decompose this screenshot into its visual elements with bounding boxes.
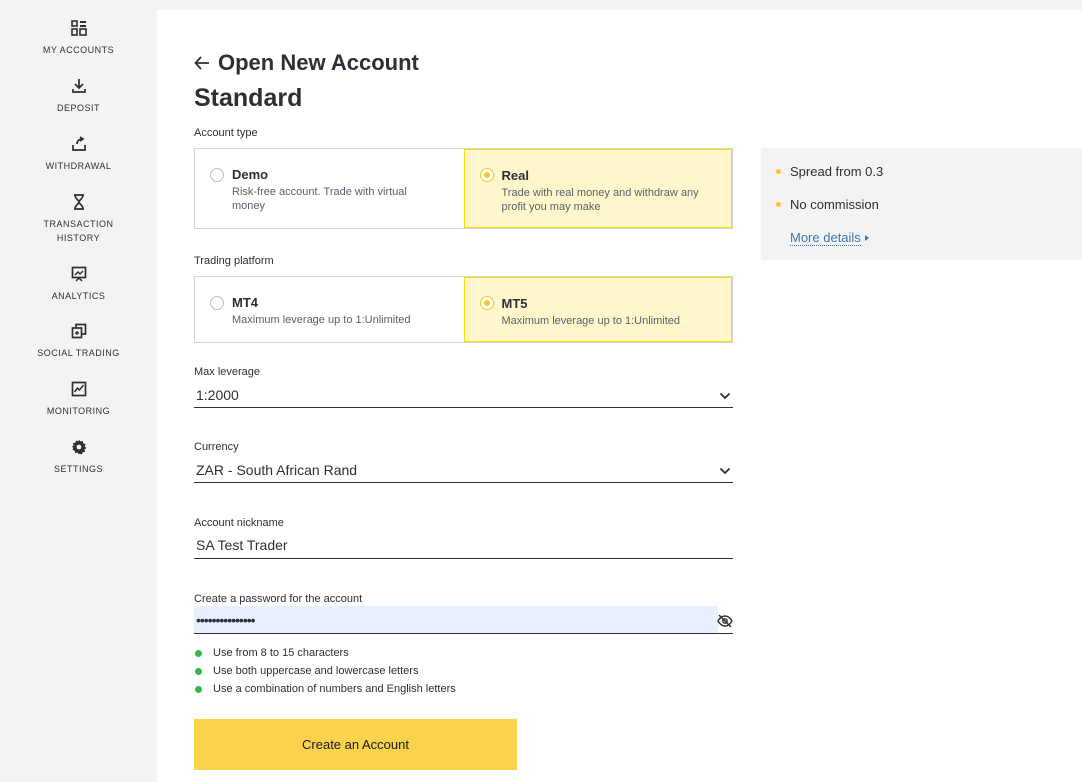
account-nickname-value: SA Test Trader: [196, 536, 288, 553]
account-type-label: Account type: [194, 127, 258, 139]
download-icon: [70, 77, 88, 95]
main-panel: Open New Account Standard Account type D…: [157, 10, 1082, 782]
sidebar-item-label: MY ACCOUNTS: [42, 45, 115, 55]
password-label: Create a password for the account: [194, 593, 363, 605]
page-header: Open New Account: [194, 50, 419, 76]
check-dot-icon: [195, 685, 202, 693]
option-title: MT5: [501, 296, 528, 311]
platform-mt4-option[interactable]: MT4 Maximum leverage up to 1:Unlimited: [195, 277, 464, 342]
radio-demo[interactable]: [210, 168, 224, 182]
account-name-title: Standard: [194, 84, 303, 112]
currency-label: Currency: [194, 441, 239, 453]
check-dot-icon: [195, 667, 202, 675]
gear-icon: [70, 438, 88, 456]
option-title: Demo: [232, 167, 269, 182]
radio-mt5[interactable]: [479, 296, 494, 310]
option-description: Risk-free account. Trade with virtual mo…: [232, 186, 407, 212]
sidebar-item-withdrawal[interactable]: WITHDRAWAL: [0, 135, 157, 173]
sidebar-item-label: SETTINGS: [53, 464, 103, 474]
more-details-text: More details: [790, 230, 861, 246]
account-nickname-label: Account nickname: [194, 517, 284, 529]
sidebar-item-label: TRANSACTION HISTORY: [43, 219, 114, 243]
option-description: Trade with real money and withdraw any p…: [501, 187, 699, 213]
platform-mt5-option[interactable]: MT5 Maximum leverage up to 1:Unlimited: [463, 277, 732, 342]
sidebar-item-label: WITHDRAWAL: [45, 161, 112, 171]
check-dot-icon: [195, 649, 202, 657]
copy-icon: [70, 322, 88, 340]
hourglass-icon: [70, 193, 88, 211]
eye-slash-icon[interactable]: [717, 614, 733, 628]
account-type-demo-option[interactable]: Demo Risk-free account. Trade with virtu…: [195, 149, 464, 228]
max-leverage-label: Max leverage: [194, 366, 261, 378]
account-nickname-input[interactable]: SA Test Trader: [194, 531, 733, 559]
sidebar-item-transaction-history[interactable]: TRANSACTION HISTORY: [0, 193, 157, 245]
grid-icon: [70, 19, 88, 37]
rule-text: Use from 8 to 15 characters: [213, 647, 349, 659]
max-leverage-select[interactable]: 1:2000: [194, 382, 733, 408]
password-field: •••••••••••••••: [194, 606, 733, 634]
password-rule: Use both uppercase and lowercase letters: [194, 662, 456, 680]
trading-platform-label: Trading platform: [194, 255, 274, 267]
create-account-button[interactable]: Create an Account: [194, 719, 517, 770]
option-title: MT4: [232, 295, 258, 310]
presentation-chart-icon: [70, 265, 88, 283]
sidebar-item-label: DEPOSIT: [56, 103, 100, 113]
info-bullet: No commission: [776, 197, 879, 212]
sidebar: MY ACCOUNTS DEPOSIT WITHDRAWAL TRANSACTI…: [0, 0, 157, 782]
bullet-dot-icon: [776, 202, 781, 207]
sidebar-item-analytics[interactable]: ANALYTICS: [0, 265, 157, 303]
radio-mt4[interactable]: [210, 296, 224, 310]
sidebar-item-deposit[interactable]: DEPOSIT: [0, 77, 157, 115]
info-text: No commission: [790, 197, 879, 212]
caret-right-icon: [864, 235, 869, 241]
sidebar-item-my-accounts[interactable]: MY ACCOUNTS: [0, 19, 157, 57]
upload-icon: [70, 135, 88, 153]
page-title: Open New Account: [218, 50, 419, 75]
radio-real[interactable]: [479, 168, 494, 182]
sidebar-item-label: ANALYTICS: [51, 291, 106, 301]
monitor-chart-icon: [70, 380, 88, 398]
info-text: Spread from 0.3: [790, 164, 884, 179]
sidebar-item-label: SOCIAL TRADING: [37, 348, 120, 358]
info-bullet: Spread from 0.3: [776, 164, 883, 179]
sidebar-item-monitoring[interactable]: MONITORING: [0, 380, 157, 418]
password-rule: Use a combination of numbers and English…: [194, 680, 456, 698]
chevron-down-icon: [719, 464, 731, 476]
more-details-link[interactable]: More details: [790, 230, 869, 246]
rule-text: Use both uppercase and lowercase letters: [213, 665, 419, 677]
trading-platform-group: MT4 Maximum leverage up to 1:Unlimited M…: [194, 276, 733, 343]
password-rules: Use from 8 to 15 characters Use both upp…: [194, 644, 456, 698]
password-input[interactable]: •••••••••••••••: [194, 606, 718, 633]
account-type-group: Demo Risk-free account. Trade with virtu…: [194, 148, 733, 229]
account-type-real-option[interactable]: Real Trade with real money and withdraw …: [463, 149, 732, 228]
bullet-dot-icon: [776, 169, 781, 174]
sidebar-item-social-trading[interactable]: SOCIAL TRADING: [0, 322, 157, 360]
chevron-down-icon: [719, 389, 731, 401]
max-leverage-value: 1:2000: [196, 386, 239, 403]
sidebar-item-settings[interactable]: SETTINGS: [0, 438, 157, 476]
option-description: Maximum leverage up to 1:Unlimited: [232, 314, 411, 326]
account-info-panel: Spread from 0.3 No commission More detai…: [761, 148, 1082, 260]
option-title: Real: [501, 168, 529, 183]
currency-select[interactable]: ZAR - South African Rand: [194, 457, 733, 483]
option-description: Maximum leverage up to 1:Unlimited: [501, 315, 681, 327]
currency-value: ZAR - South African Rand: [196, 461, 358, 478]
sidebar-item-label: MONITORING: [46, 406, 111, 416]
back-arrow-icon[interactable]: [194, 54, 212, 72]
password-rule: Use from 8 to 15 characters: [194, 644, 456, 662]
rule-text: Use a combination of numbers and English…: [213, 683, 456, 695]
